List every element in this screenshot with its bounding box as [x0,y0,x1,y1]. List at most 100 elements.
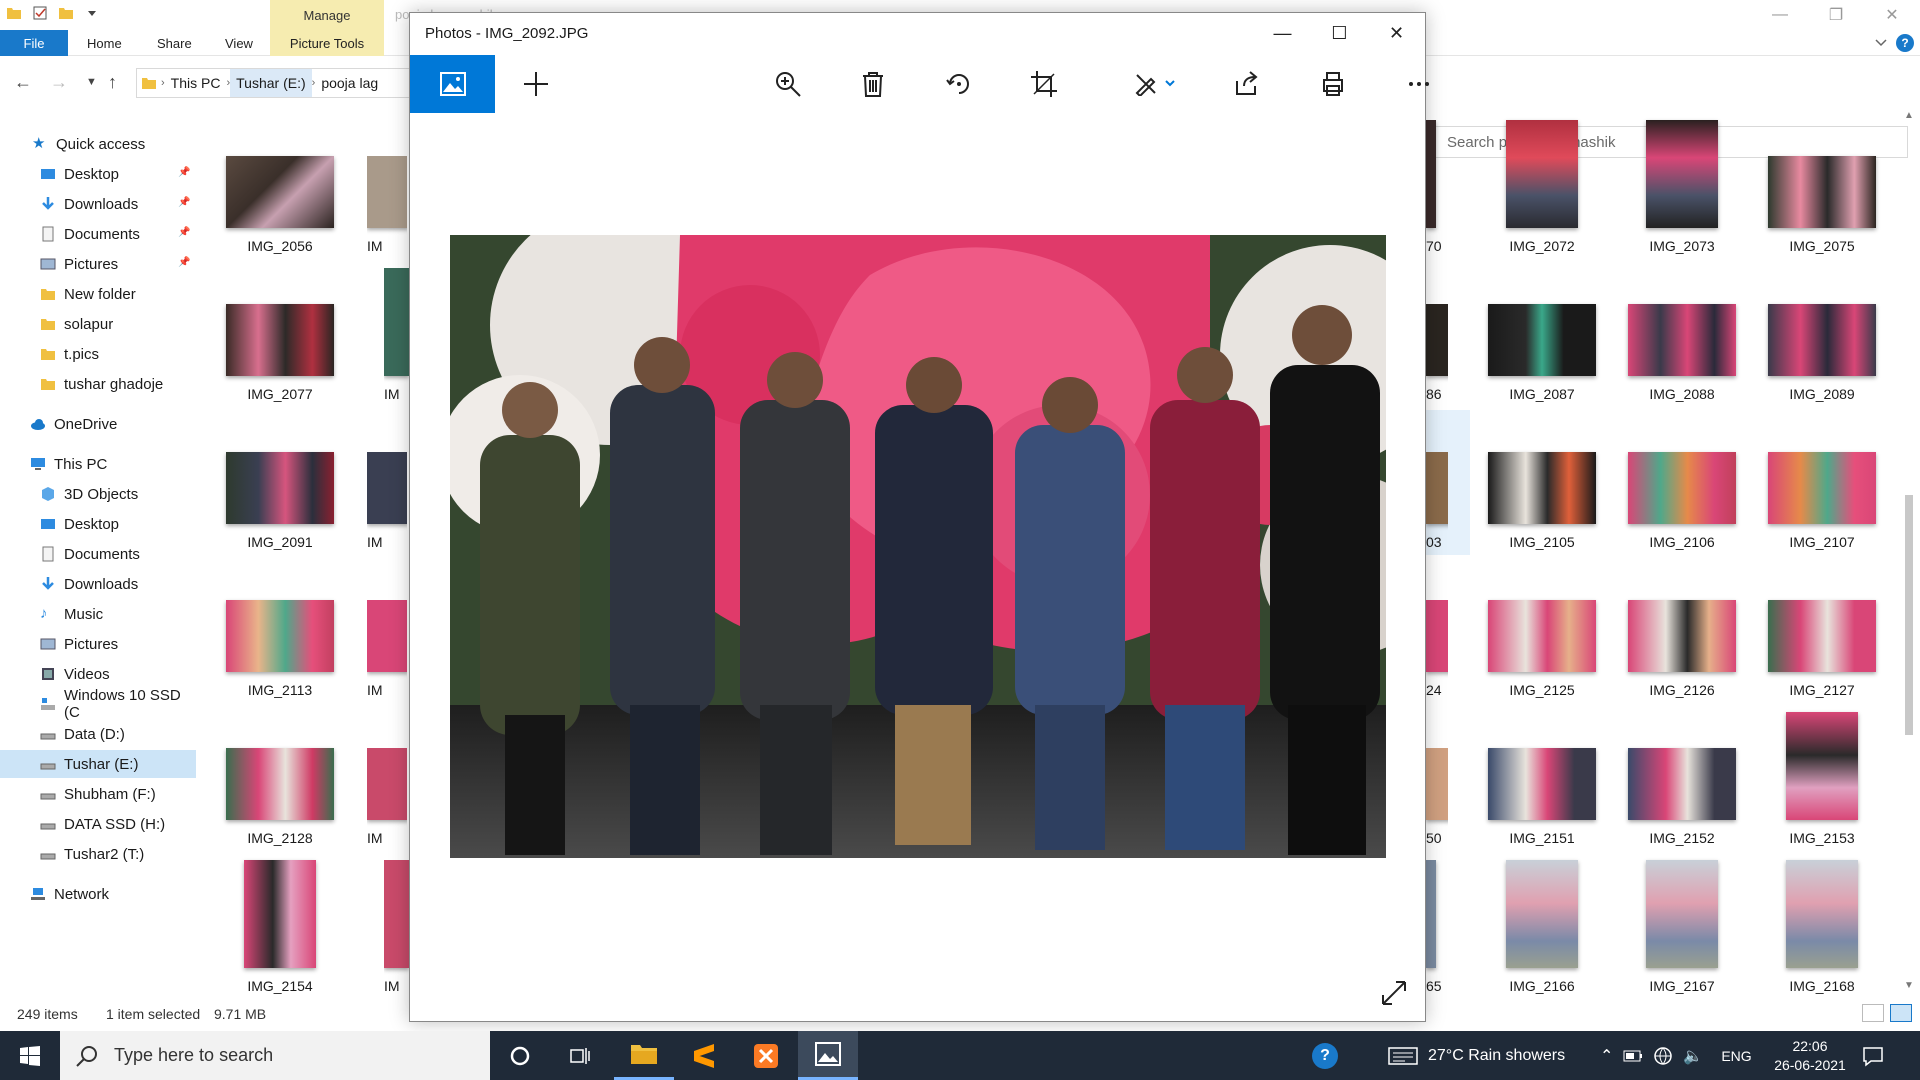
breadcrumb-folder[interactable]: pooja lag [315,69,384,97]
nav-pc-drive-e[interactable]: Tushar (E:) [0,750,196,778]
more-options-button[interactable] [1390,55,1448,113]
network-globe-icon[interactable] [1653,1046,1673,1066]
nav-onedrive[interactable]: OneDrive [0,410,196,438]
help-tray-button[interactable]: ? [1312,1031,1338,1080]
file-tile-partial[interactable]: 50 [1426,748,1448,846]
new-folder-icon[interactable] [58,5,74,21]
nav-pc-drive-c[interactable]: Windows 10 SSD (C [0,687,196,721]
file-tile[interactable]: IMG_2154 [215,860,345,994]
nav-pc-pictures[interactable]: Pictures [0,630,196,658]
minimize-icon[interactable]: — [1254,13,1311,53]
large-icons-view-icon[interactable] [1890,1004,1912,1022]
file-tile-partial[interactable]: IM [367,600,407,698]
breadcrumb-this-pc[interactable]: This PC [165,69,227,97]
properties-icon[interactable] [32,5,48,21]
nav-network[interactable]: Network [0,880,196,908]
file-tile[interactable]: IMG_2168 [1757,860,1887,994]
expand-ribbon-icon[interactable] [1874,36,1888,50]
task-view-button[interactable] [550,1031,610,1080]
nav-pc-documents[interactable]: Documents [0,540,196,568]
file-tile-partial[interactable]: 86 [1426,304,1448,402]
file-tile[interactable]: IMG_2126 [1617,600,1747,698]
pin-icon[interactable]: 📌 [178,227,190,239]
start-button[interactable] [0,1031,60,1080]
notifications-button[interactable] [1862,1031,1884,1080]
rotate-button[interactable] [930,55,988,113]
nav-this-pc[interactable]: This PC [0,450,196,478]
address-bar[interactable]: › This PC › Tushar (E:) › pooja lag [136,68,416,98]
manage-tab[interactable]: Manage [270,0,384,30]
nav-qa-tushar-ghadoje[interactable]: tushar ghadoje [0,370,196,398]
vertical-scrollbar[interactable]: ▲ ▼ [1900,110,1918,1000]
edit-create-button[interactable] [1122,55,1188,113]
nav-qa-downloads[interactable]: Downloads 📌 [0,190,196,218]
file-tile-partial[interactable]: 65 [1426,860,1448,994]
print-button[interactable] [1304,55,1362,113]
file-tile[interactable]: IMG_2088 [1617,304,1747,402]
breadcrumb-drive[interactable]: Tushar (E:) [230,69,312,97]
file-tile[interactable]: IMG_2113 [215,600,345,698]
file-tile[interactable]: IMG_2107 [1757,452,1887,550]
file-tile[interactable]: IMG_2056 [215,156,345,254]
details-view-icon[interactable] [1862,1004,1884,1022]
weather-widget[interactable]: 27°C Rain showers [1388,1031,1565,1080]
file-tile[interactable]: IMG_2073 [1617,120,1747,254]
file-tile[interactable]: IMG_2089 [1757,304,1887,402]
nav-pc-videos[interactable]: Videos [0,660,196,688]
file-tile-partial[interactable]: IM [367,748,407,846]
file-tile-partial[interactable]: IM [367,156,407,254]
pin-icon[interactable]: 📌 [178,167,190,179]
taskbar-search-input[interactable]: Type here to search [60,1031,490,1080]
taskbar-file-explorer[interactable] [614,1031,674,1080]
show-hidden-icons-icon[interactable]: ⌃ [1600,1046,1613,1066]
file-tile[interactable]: IMG_2152 [1617,748,1747,846]
tab-share[interactable]: Share [157,30,192,56]
file-tile[interactable]: IMG_2105 [1477,452,1607,550]
nav-qa-pictures[interactable]: Pictures 📌 [0,250,196,278]
file-tile[interactable]: IMG_2153 [1757,712,1887,846]
file-tile[interactable]: IMG_2091 [215,452,345,550]
customize-dropdown-icon[interactable] [84,5,100,21]
nav-pc-drive-t[interactable]: Tushar2 (T:) [0,840,196,868]
pin-icon[interactable]: 📌 [178,197,190,209]
add-to-button[interactable] [507,55,565,113]
file-tile[interactable]: IMG_2151 [1477,748,1607,846]
tab-home[interactable]: Home [87,30,122,56]
language-indicator[interactable]: ENG [1721,1048,1751,1064]
delete-button[interactable] [844,55,902,113]
cortana-button[interactable] [490,1031,550,1080]
back-icon[interactable]: ← [14,72,32,93]
nav-pc-3d-objects[interactable]: 3D Objects [0,480,196,508]
displayed-photo[interactable] [450,235,1386,858]
file-tile[interactable]: IMG_2128 [215,748,345,846]
up-icon[interactable]: ↑ [108,72,117,93]
scroll-up-icon[interactable]: ▲ [1904,110,1914,121]
forward-icon[interactable]: → [50,72,68,93]
restore-icon[interactable]: ❐ [1808,0,1864,30]
nav-qa-desktop[interactable]: Desktop 📌 [0,160,196,188]
close-icon[interactable]: ✕ [1864,0,1920,30]
file-tile[interactable]: IMG_2167 [1617,860,1747,994]
taskbar-xampp[interactable] [736,1031,796,1080]
pin-icon[interactable]: 📌 [178,257,190,269]
scroll-thumb[interactable] [1905,495,1913,735]
file-tile[interactable]: IMG_2072 [1477,120,1607,254]
recent-locations-icon[interactable]: ▼ [86,76,97,88]
volume-icon[interactable]: 🔈 [1683,1046,1703,1066]
nav-pc-drive-d[interactable]: Data (D:) [0,720,196,748]
fullscreen-icon[interactable] [1381,980,1407,1006]
tab-file[interactable]: File [0,30,68,56]
help-icon[interactable]: ? [1896,34,1914,52]
file-tile-partial[interactable]: 03 [1426,452,1448,550]
nav-pc-drive-f[interactable]: Shubham (F:) [0,780,196,808]
file-tile[interactable]: IMG_2125 [1477,600,1607,698]
nav-qa-new-folder[interactable]: New folder [0,280,196,308]
clock[interactable]: 22:06 26-06-2021 [1770,1037,1850,1075]
nav-pc-desktop[interactable]: Desktop [0,510,196,538]
view-all-button[interactable] [410,55,495,113]
share-button[interactable] [1218,55,1276,113]
file-tile[interactable]: IMG_2166 [1477,860,1607,994]
maximize-icon[interactable]: ☐ [1311,13,1368,53]
nav-pc-drive-h[interactable]: DATA SSD (H:) [0,810,196,838]
file-tile[interactable]: IMG_2077 [215,304,345,402]
